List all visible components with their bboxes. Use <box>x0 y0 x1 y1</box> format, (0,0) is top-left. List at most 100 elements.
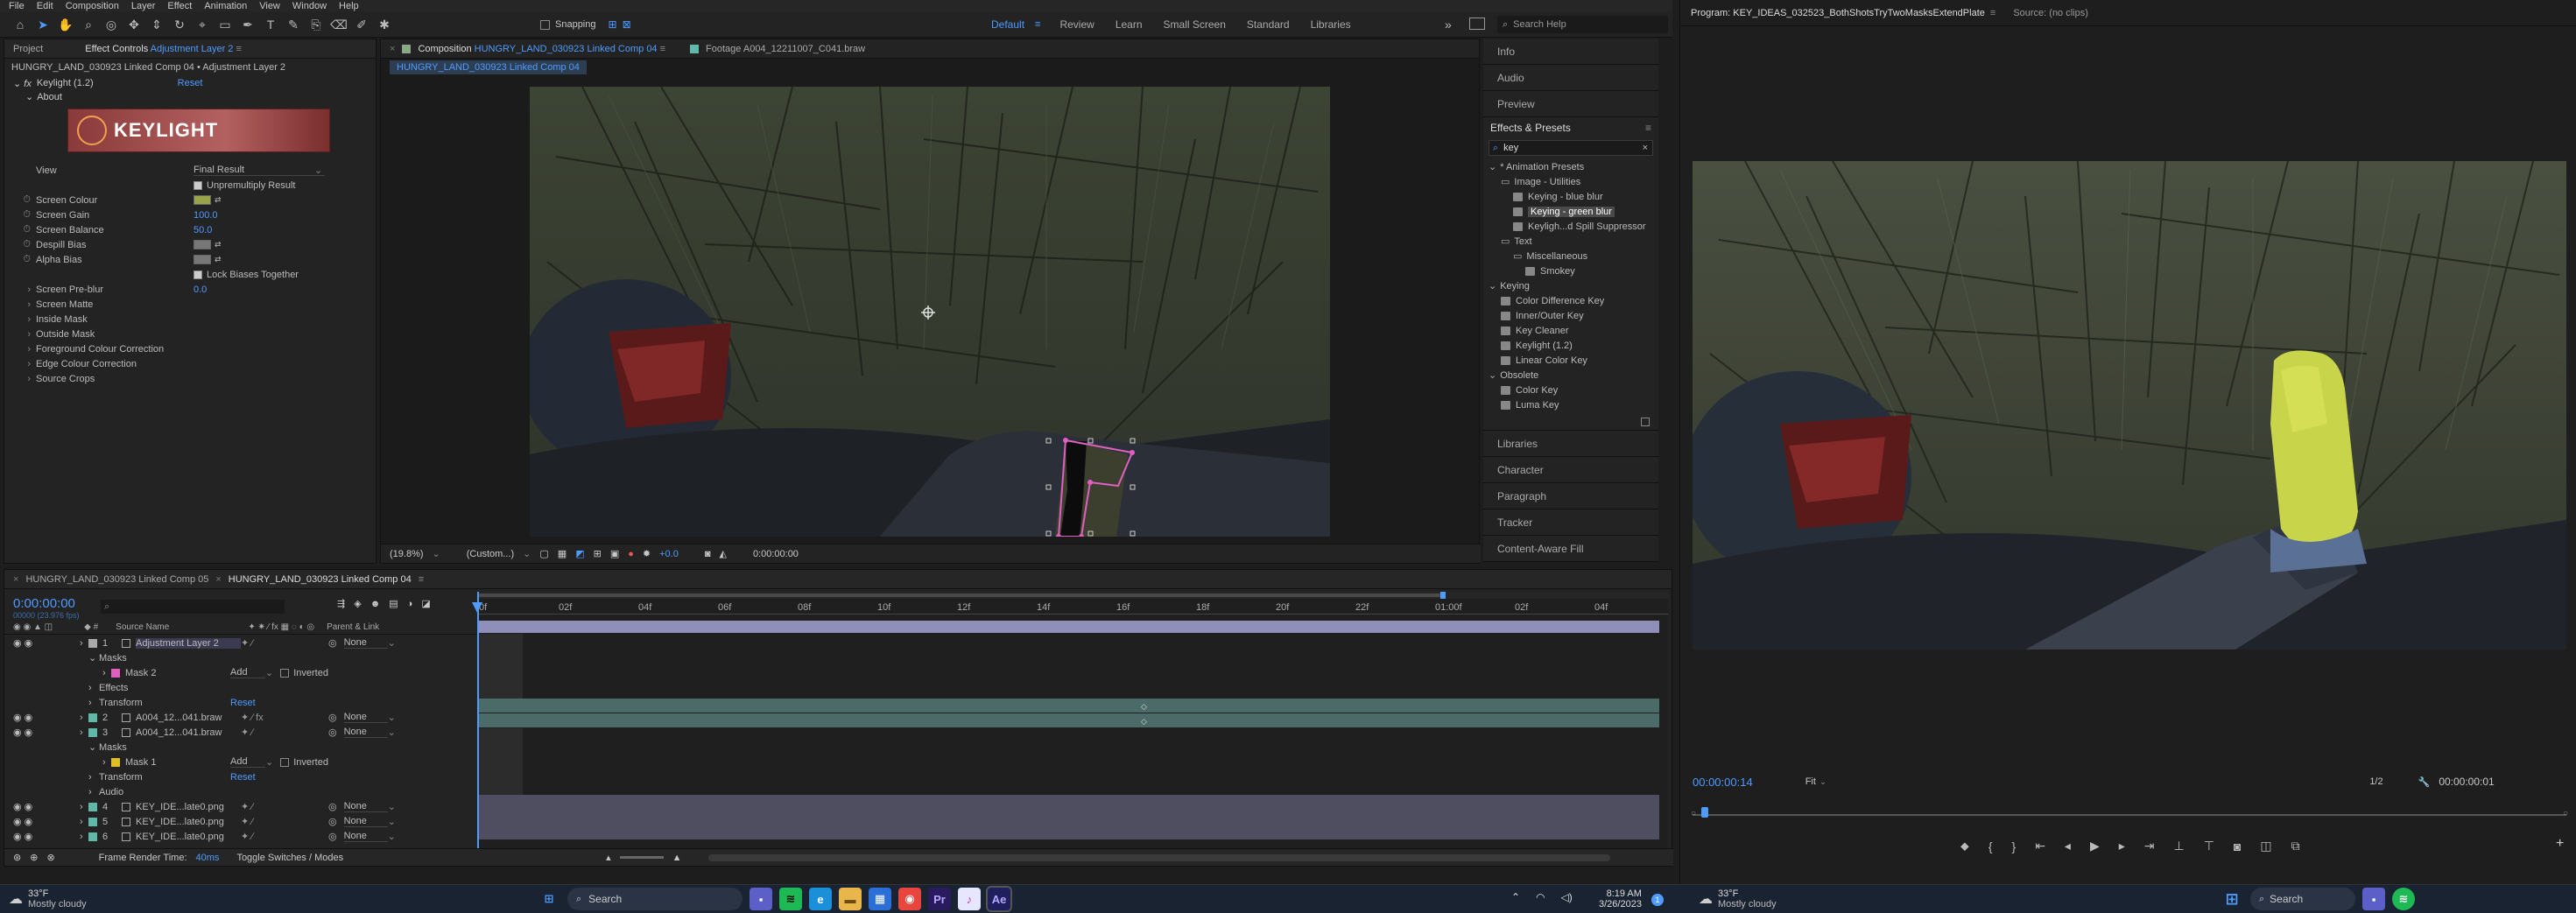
rotate-tool-icon[interactable]: ↻ <box>170 15 189 34</box>
store-icon[interactable]: ▦ <box>869 888 891 910</box>
pan-behind-tool-icon[interactable]: ⌖ <box>193 15 212 34</box>
panel-menu-icon[interactable]: ≡ <box>419 574 424 585</box>
teams-chat-icon[interactable]: ▪ <box>750 888 772 910</box>
menu-effect[interactable]: Effect <box>167 1 192 11</box>
more-workspaces-button[interactable]: » <box>1445 18 1452 32</box>
stopwatch-icon[interactable]: ⏱ <box>4 239 31 250</box>
after-effects-icon[interactable]: Ae <box>986 886 1012 912</box>
snapshot-camera-icon[interactable]: ◙ <box>705 549 711 559</box>
effects-tree-item[interactable]: Color Key <box>1489 383 1658 397</box>
timeline-property-row[interactable]: › Mask 2 Add ⌄ Inverted <box>4 665 477 680</box>
play-icon[interactable]: ▶ <box>2090 839 2100 853</box>
tab-project[interactable]: Project <box>13 44 43 54</box>
layer-label-color[interactable] <box>88 727 97 737</box>
effects-tree-item[interactable]: Key Cleaner <box>1489 323 1658 338</box>
parent-pickwhip-icon[interactable]: ◎ <box>328 637 337 649</box>
expand-chevron-icon[interactable]: › <box>80 727 88 738</box>
track-bar-adjustment-layer[interactable] <box>477 621 1659 633</box>
layer-name[interactable]: A004_12...041.braw <box>136 727 241 738</box>
effects-tree-item[interactable]: Smokey <box>1489 263 1658 278</box>
expand-chevron-icon[interactable]: › <box>80 802 88 812</box>
brush-tool-icon[interactable]: ✎ <box>284 15 303 34</box>
workspace-review[interactable]: Review <box>1049 18 1104 31</box>
wrench-icon[interactable]: 🔧 <box>2418 776 2431 788</box>
panel-paragraph[interactable]: Paragraph <box>1483 483 1658 509</box>
show-snapshot-icon[interactable]: ◭ <box>719 548 726 559</box>
extract-icon[interactable]: ⊤ <box>2204 839 2214 853</box>
parent-link-header[interactable]: Parent & Link <box>327 622 379 632</box>
effect-prop-value[interactable]: 50.0 <box>194 225 212 235</box>
work-area-bar[interactable] <box>477 592 1668 599</box>
checkbox[interactable] <box>194 270 202 279</box>
resolution-dropdown[interactable]: (Custom...) <box>467 549 514 559</box>
snap-icon[interactable]: ⊞ <box>609 18 617 31</box>
effect-prop-value[interactable]: 0.0 <box>194 284 207 295</box>
puppet-tool-icon[interactable]: ✱ <box>375 15 394 34</box>
chevron-right-icon[interactable]: › <box>4 344 31 355</box>
parent-pickwhip-icon[interactable]: ◎ <box>328 801 337 812</box>
3d-view-icon[interactable]: ▣ <box>610 548 619 559</box>
spotify-icon[interactable]: ≋ <box>2392 888 2415 910</box>
layer-switches-icon[interactable]: ✦ ∕ <box>241 801 328 812</box>
type-tool-icon[interactable]: T <box>261 15 280 34</box>
effects-tree-item[interactable]: ⌄ Obsolete <box>1489 368 1658 383</box>
mask-name[interactable]: Mask 1 <box>125 757 230 768</box>
workspace-menu-icon[interactable]: ≡ <box>1035 19 1040 30</box>
weather-widget-2[interactable]: ☁ 33°F Mostly cloudy <box>1699 888 1777 909</box>
spotify-icon[interactable]: ≋ <box>779 888 802 910</box>
graph-editor-icon[interactable]: ◪ <box>421 598 430 609</box>
source-name-header[interactable]: Source Name <box>116 622 169 632</box>
expand-chevron-icon[interactable]: › <box>88 698 99 708</box>
windows-start-icon[interactable]: ⊞ <box>538 888 560 910</box>
effects-tree-item[interactable]: Luma Key <box>1489 397 1658 412</box>
layer-switches-icon[interactable]: ⊕ <box>30 852 38 863</box>
notification-badge[interactable]: 1 <box>1651 894 1664 906</box>
track-bar-png-5[interactable] <box>477 810 1659 825</box>
draft-3d-icon[interactable]: ◈ <box>354 598 361 609</box>
timeline-property-row[interactable]: › Audio <box>4 784 477 799</box>
fit-dropdown[interactable]: Fit <box>1805 776 1816 787</box>
timeline-timecode[interactable]: 0:00:00:00 <box>13 596 80 611</box>
menu-animation[interactable]: Animation <box>204 1 247 11</box>
track-bar-footage-2[interactable] <box>477 699 1659 713</box>
parent-pickwhip-icon[interactable]: ◎ <box>328 712 337 723</box>
expand-chevron-icon[interactable]: › <box>80 638 88 649</box>
track-bar-png-6[interactable] <box>477 825 1659 839</box>
panel-libraries[interactable]: Libraries <box>1483 431 1658 457</box>
mask-color-swatch[interactable] <box>111 757 120 767</box>
eyedropper-icon[interactable]: ⇄ <box>215 195 222 205</box>
tab-composition[interactable]: Composition HUNGRY_LAND_030923 Linked Co… <box>418 44 665 54</box>
parent-dropdown[interactable]: None <box>343 727 388 738</box>
add-button-icon[interactable]: + <box>2556 836 2564 852</box>
tab-footage[interactable]: Footage A004_12211007_C041.braw <box>706 44 865 54</box>
clock[interactable]: 8:19 AM 3/26/2023 <box>1599 888 1642 909</box>
fx-toggle-icon[interactable]: ⌄ fx <box>13 78 32 89</box>
tab-timeline-comp[interactable]: HUNGRY_LAND_030923 Linked Comp 05 <box>25 574 208 585</box>
toggle-switches-button[interactable]: Toggle Switches / Modes <box>236 853 343 863</box>
out-point-icon[interactable]: ○ <box>2563 809 2568 818</box>
timeline-layer-row[interactable]: ◉ ◉ › 1 Adjustment Layer 2 ✦ ∕ ◎ None ⌄ <box>4 636 477 650</box>
parent-dropdown[interactable]: None <box>343 816 388 827</box>
chevron-up-icon[interactable]: ⌃ <box>1511 891 1520 903</box>
visibility-eye-icon[interactable]: ◉ ◉ <box>13 816 48 827</box>
track-bar-png-4[interactable] <box>477 795 1659 810</box>
eyedropper-icon[interactable]: ⇄ <box>215 240 222 249</box>
expand-chevron-icon[interactable]: ⌄ <box>88 652 99 664</box>
grid-icon[interactable]: ⊞ <box>594 548 602 559</box>
timeline-property-row[interactable]: › Transform Reset <box>4 769 477 784</box>
close-tab-icon[interactable]: × <box>13 574 18 585</box>
expand-chevron-icon[interactable]: › <box>102 668 111 678</box>
effects-tree-item[interactable]: ⌄ * Animation Presets <box>1489 159 1658 174</box>
menu-composition[interactable]: Composition <box>66 1 119 11</box>
home-icon[interactable]: ⌂ <box>11 15 30 34</box>
timeline-property-row[interactable]: ⌄ Masks <box>4 740 477 755</box>
layer-label-color[interactable] <box>88 638 97 648</box>
add-marker-icon[interactable]: ⬥ <box>1960 839 1969 853</box>
mark-in-icon[interactable]: { <box>1988 839 1993 853</box>
search-help-box[interactable]: ⌕ Search Help <box>1497 16 1668 33</box>
effect-prop-value[interactable]: Final Result <box>194 165 325 176</box>
effects-tree-item[interactable]: ▭ Text <box>1489 234 1658 249</box>
about-link[interactable]: About <box>37 92 62 102</box>
expand-chevron-icon[interactable]: › <box>88 683 99 693</box>
track-bar-footage-3[interactable] <box>477 713 1659 727</box>
